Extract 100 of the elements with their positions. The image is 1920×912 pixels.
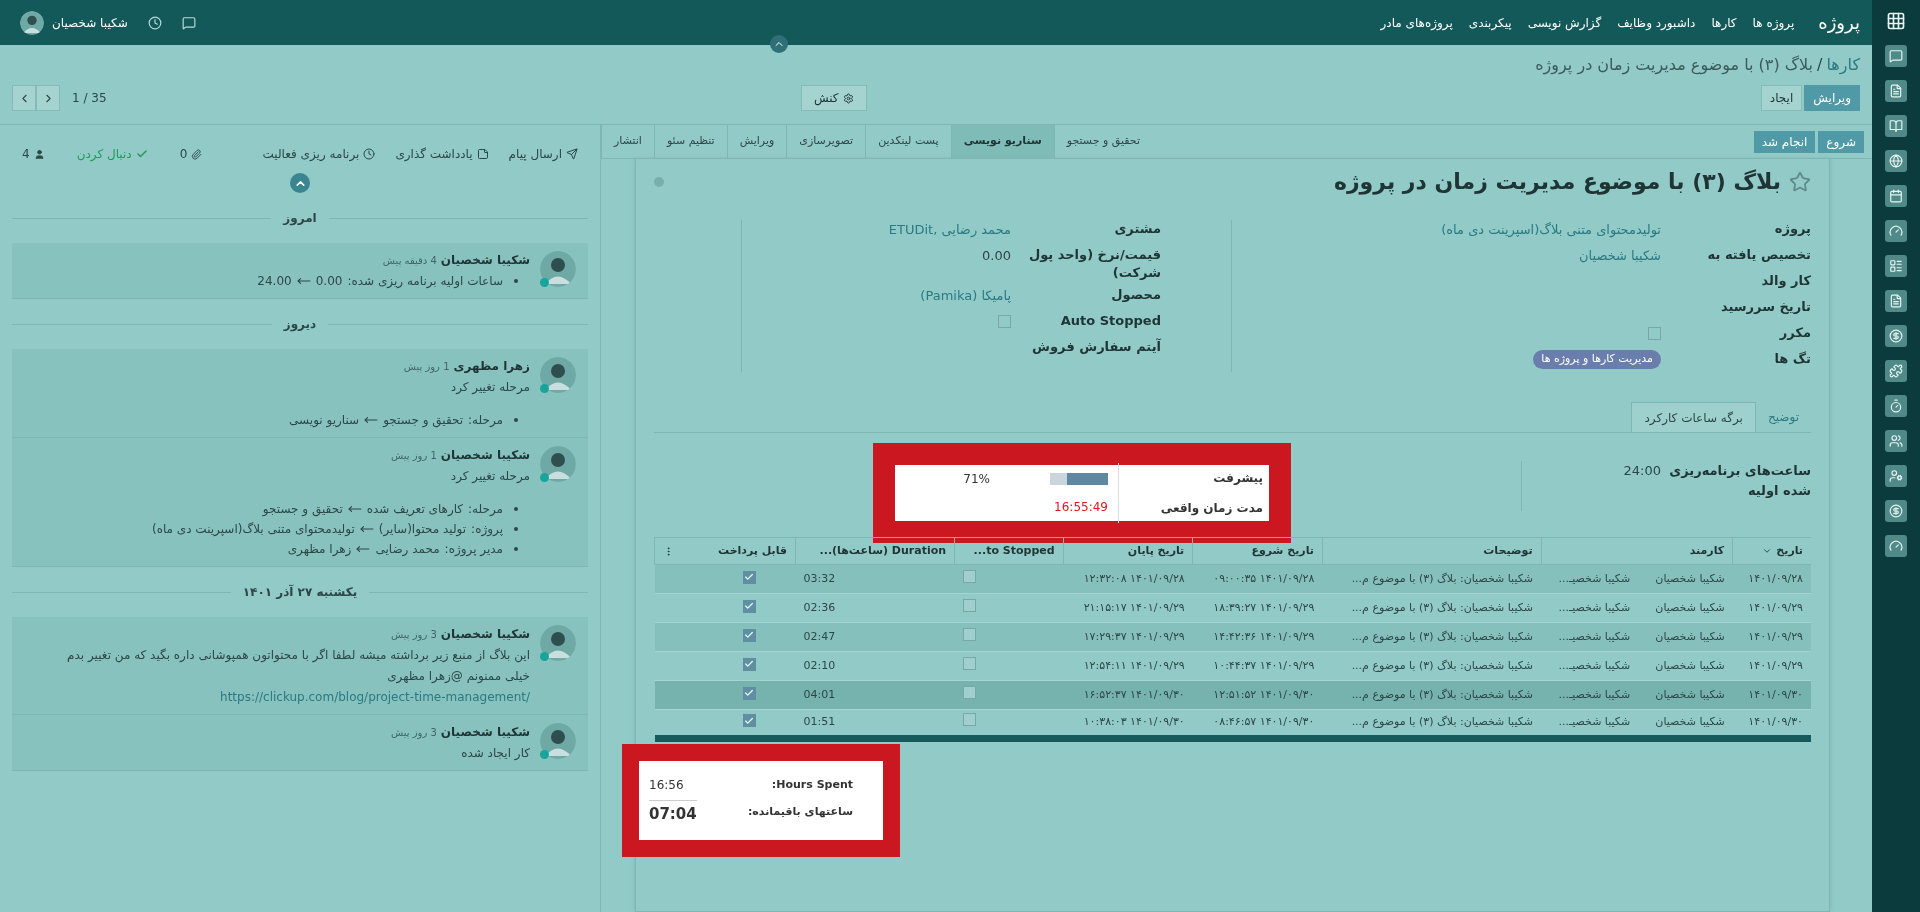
menu-item[interactable]: داشبورد وظایف bbox=[1617, 13, 1696, 32]
stage-tab[interactable]: سناریو نویسی bbox=[950, 125, 1054, 158]
checkbox[interactable] bbox=[742, 599, 756, 613]
checkbox[interactable] bbox=[962, 656, 976, 670]
app-shortcut-icon[interactable] bbox=[1885, 185, 1907, 207]
app-shortcut-icon[interactable] bbox=[1885, 10, 1907, 32]
table-cell: شکیبا شخصیان bbox=[1638, 709, 1733, 739]
tracking-new-value: تولیدمحتوای متنی بلاگ(اسپرینت دی ماه) bbox=[151, 521, 355, 538]
app-shortcut-icon[interactable] bbox=[1885, 465, 1907, 487]
bullet-icon bbox=[514, 507, 518, 511]
column-header[interactable]: Duration (ساعت‌ها)... bbox=[795, 537, 955, 565]
checkbox[interactable] bbox=[742, 714, 756, 727]
column-header[interactable]: تاریخ پایان bbox=[1063, 537, 1193, 565]
edit-button[interactable]: ویرایش bbox=[1804, 85, 1860, 111]
author-name[interactable]: شکیبا شخصیان bbox=[440, 625, 530, 643]
breadcrumb-separator: / bbox=[1817, 54, 1823, 76]
column-header[interactable]: توضیحات bbox=[1322, 537, 1542, 565]
tracking-field: مرحله: bbox=[468, 500, 503, 518]
author-name[interactable]: شکیبا شخصیان bbox=[440, 251, 530, 269]
app-shortcut-icon[interactable] bbox=[1885, 395, 1907, 417]
chatter-action[interactable]: برنامه ریزی فعالیت bbox=[262, 145, 376, 163]
total-value: 16:56 bbox=[649, 776, 684, 794]
checkbox[interactable] bbox=[1648, 326, 1661, 340]
checkbox[interactable] bbox=[962, 713, 976, 727]
menu-item[interactable]: گزارش نویسی bbox=[1527, 13, 1602, 32]
checkbox[interactable] bbox=[962, 569, 976, 583]
table-cell: ۱۴۰۱/۰۹/۳۰ ۱۶:۵۲:۳۷ bbox=[1063, 680, 1193, 710]
table-cell: ۱۴۰۱/۰۹/۳۰ bbox=[1732, 709, 1811, 739]
stage-tab[interactable]: انتشار bbox=[601, 125, 654, 158]
user-name[interactable]: شکیبا شخصیان bbox=[52, 13, 128, 32]
app-shortcut-icon[interactable] bbox=[1885, 150, 1907, 172]
app-shortcut-icon[interactable] bbox=[1885, 535, 1907, 557]
collapse-button[interactable] bbox=[770, 35, 788, 53]
checkbox[interactable] bbox=[962, 598, 976, 612]
table-cell: شکیبا شخصیان: بلاگ (۳) با موضوع م... bbox=[1322, 709, 1542, 739]
attachments-button[interactable]: 0 bbox=[179, 145, 203, 163]
checkbox[interactable] bbox=[742, 628, 756, 642]
column-header[interactable]: تاریخ bbox=[1732, 537, 1811, 565]
checkbox[interactable] bbox=[962, 627, 976, 641]
star-icon[interactable] bbox=[1789, 170, 1811, 193]
followers-button[interactable]: 4 bbox=[22, 145, 45, 163]
checkbox[interactable] bbox=[742, 657, 756, 671]
stage-tab[interactable]: پست لینکدین bbox=[865, 125, 951, 158]
checkbox[interactable] bbox=[998, 314, 1011, 328]
app-shortcut-icon[interactable] bbox=[1885, 360, 1907, 382]
table-cell: شکیبا شخصیان bbox=[1638, 564, 1733, 594]
collapse-button[interactable] bbox=[290, 173, 310, 193]
field-label: پیشرفت bbox=[1212, 470, 1263, 487]
progress-value: 71% bbox=[963, 471, 990, 488]
date-separator: دیروز bbox=[283, 316, 317, 333]
next-button[interactable] bbox=[36, 85, 60, 111]
status-button[interactable]: انجام شد bbox=[1753, 130, 1816, 153]
column-header[interactable]: قابل پرداخت bbox=[654, 537, 796, 565]
tracking-field: مرحله: bbox=[468, 411, 503, 429]
clock-icon[interactable] bbox=[147, 15, 162, 30]
app-shortcut-icon[interactable] bbox=[1885, 325, 1907, 347]
status-button[interactable]: شروع bbox=[1818, 130, 1864, 153]
tracking-new-value: 24.00 bbox=[257, 273, 292, 290]
author-name[interactable]: شکیبا شخصیان bbox=[440, 446, 530, 464]
field-value: 0.00 bbox=[982, 247, 1011, 265]
app-name[interactable]: پروژه bbox=[1818, 9, 1860, 36]
table-cell: شکیبا شخصیـ... bbox=[1541, 593, 1639, 623]
app-shortcut-icon[interactable] bbox=[1885, 430, 1907, 452]
app-shortcut-icon[interactable] bbox=[1885, 115, 1907, 137]
app-shortcut-icon[interactable] bbox=[1885, 220, 1907, 242]
column-header[interactable]: تاریخ شروع bbox=[1192, 537, 1323, 565]
table-cell: شکیبا شخصیان: بلاگ (۳) با موضوع م... bbox=[1322, 593, 1542, 623]
chatter-action[interactable]: ارسال پیام bbox=[508, 145, 578, 163]
chat-icon[interactable] bbox=[181, 15, 196, 30]
checkbox[interactable] bbox=[962, 685, 976, 699]
create-button[interactable]: ایجاد bbox=[1760, 85, 1803, 111]
app-shortcut-icon[interactable] bbox=[1885, 500, 1907, 522]
checkbox[interactable] bbox=[742, 570, 756, 584]
previous-button[interactable] bbox=[12, 85, 36, 111]
stage-tab[interactable]: ویرایش bbox=[726, 125, 787, 158]
table-cell: شکیبا شخصیـ... bbox=[1541, 622, 1639, 652]
sort-icon[interactable] bbox=[1762, 546, 1773, 556]
column-header[interactable]: کارمند bbox=[1541, 537, 1733, 565]
chatter-action[interactable]: یادداشت گذاری bbox=[395, 145, 489, 163]
activity-icon bbox=[363, 148, 376, 160]
form-tab[interactable]: برگه ساعات کارکرد bbox=[1631, 402, 1756, 432]
message-text: خیلی ممنونم @زهرا مظهری bbox=[386, 668, 530, 685]
author-name[interactable]: زهرا مظهری bbox=[453, 357, 530, 375]
stage-tab[interactable]: تصویرسازی bbox=[786, 125, 866, 158]
menu-item[interactable]: پیکربندی bbox=[1468, 13, 1512, 32]
app-shortcut-icon[interactable] bbox=[1885, 80, 1907, 102]
menu-item[interactable]: کارها bbox=[1711, 13, 1737, 32]
message-text: این بلاگ از منبع زیر برداشته میشه لطفا اگر با محتواتون همپوشانی داره بگید که من تغییر بدم bbox=[66, 647, 530, 664]
checkbox[interactable] bbox=[742, 686, 756, 700]
tracking-new-value: تحقیق و جستجو bbox=[262, 501, 343, 518]
action-button[interactable]: کنش bbox=[800, 85, 867, 111]
menu-item[interactable]: پروژه ها bbox=[1752, 13, 1795, 32]
stage-tab[interactable]: تنظیم سئو bbox=[653, 125, 727, 158]
column-header[interactable]: to Stopped... bbox=[954, 537, 1064, 565]
table-cell: شکیبا شخصیان: بلاگ (۳) با موضوع م... bbox=[1322, 651, 1542, 681]
author-name[interactable]: شکیبا شخصیان bbox=[440, 723, 530, 741]
total-label: ساعتهای باقیمانده: bbox=[747, 804, 854, 821]
menu-item[interactable]: پروژه‌های مادر bbox=[1380, 13, 1453, 32]
table-cell: ۱۴۰۱/۰۹/۲۹ bbox=[1732, 651, 1811, 681]
app-shortcut-icon[interactable] bbox=[1885, 290, 1907, 312]
